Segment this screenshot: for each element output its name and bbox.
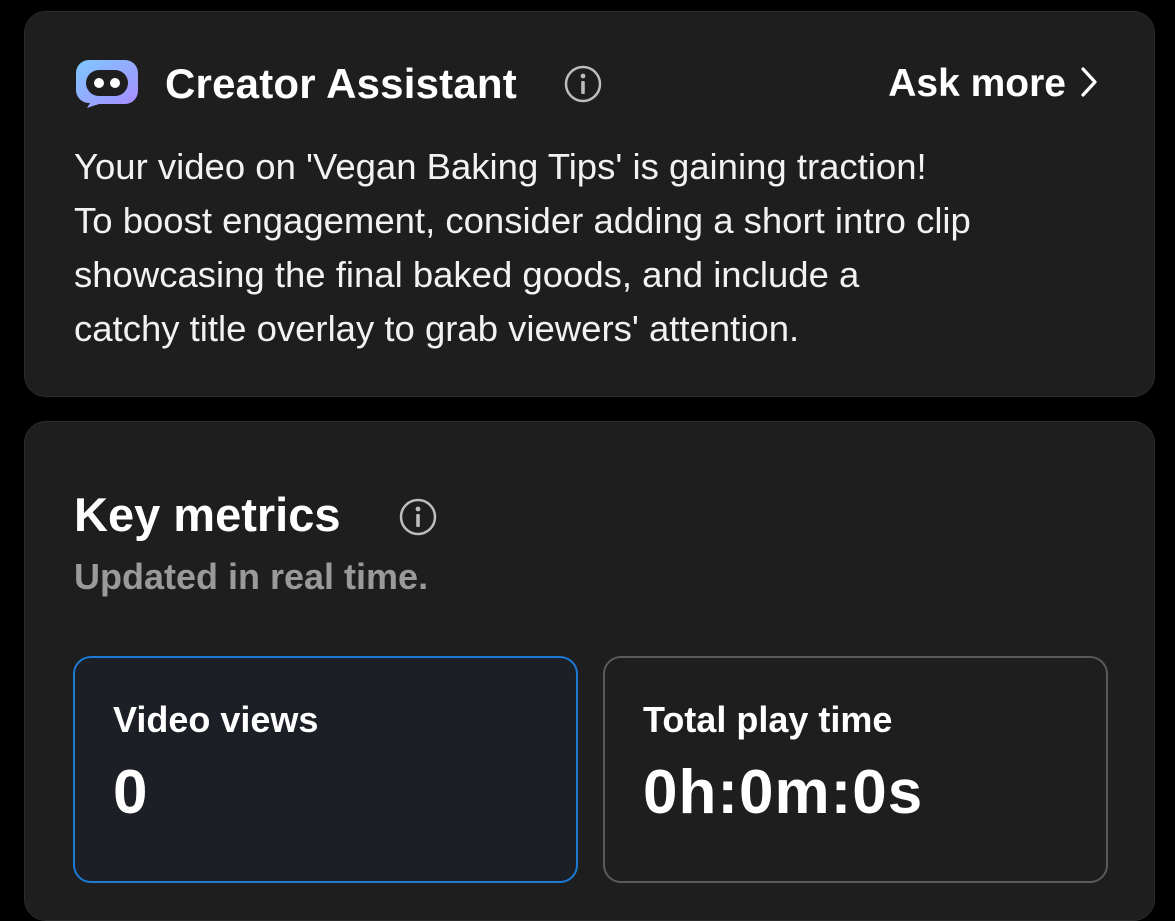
creator-assistant-card: Creator Assistant Ask more Your video on… [24,11,1155,397]
assistant-title: Creator Assistant [165,60,517,107]
metric-label: Video views [113,699,319,740]
metric-tile-video-views[interactable]: Video views 0 [73,656,578,883]
info-icon[interactable] [563,64,603,109]
chevron-right-icon [1080,66,1098,103]
metric-tile-total-play-time[interactable]: Total play time 0h:0m:0s [603,656,1108,883]
ask-more-button[interactable]: Ask more [888,61,1098,107]
metrics-subtitle: Updated in real time. [74,556,429,597]
assistant-message-line: Your video on 'Vegan Baking Tips' is gai… [74,146,927,187]
key-metrics-card: Key metrics Updated in real time. Video … [24,421,1155,921]
assistant-message-line: To boost engagement, consider adding a s… [74,200,971,241]
metrics-title: Key metrics [74,488,341,541]
info-icon[interactable] [398,497,438,542]
assistant-header: Creator Assistant Ask more [75,58,1098,108]
ask-more-label: Ask more [888,62,1066,105]
assistant-message: Your video on 'Vegan Baking Tips' is gai… [74,140,1134,356]
robot-face-icon [75,58,139,108]
assistant-message-line: showcasing the final baked goods, and in… [74,254,860,295]
assistant-message-line: catchy title overlay to grab viewers' at… [74,308,800,349]
metric-value: 0 [113,758,149,827]
metric-label: Total play time [643,699,893,740]
metric-value: 0h:0m:0s [643,758,924,827]
